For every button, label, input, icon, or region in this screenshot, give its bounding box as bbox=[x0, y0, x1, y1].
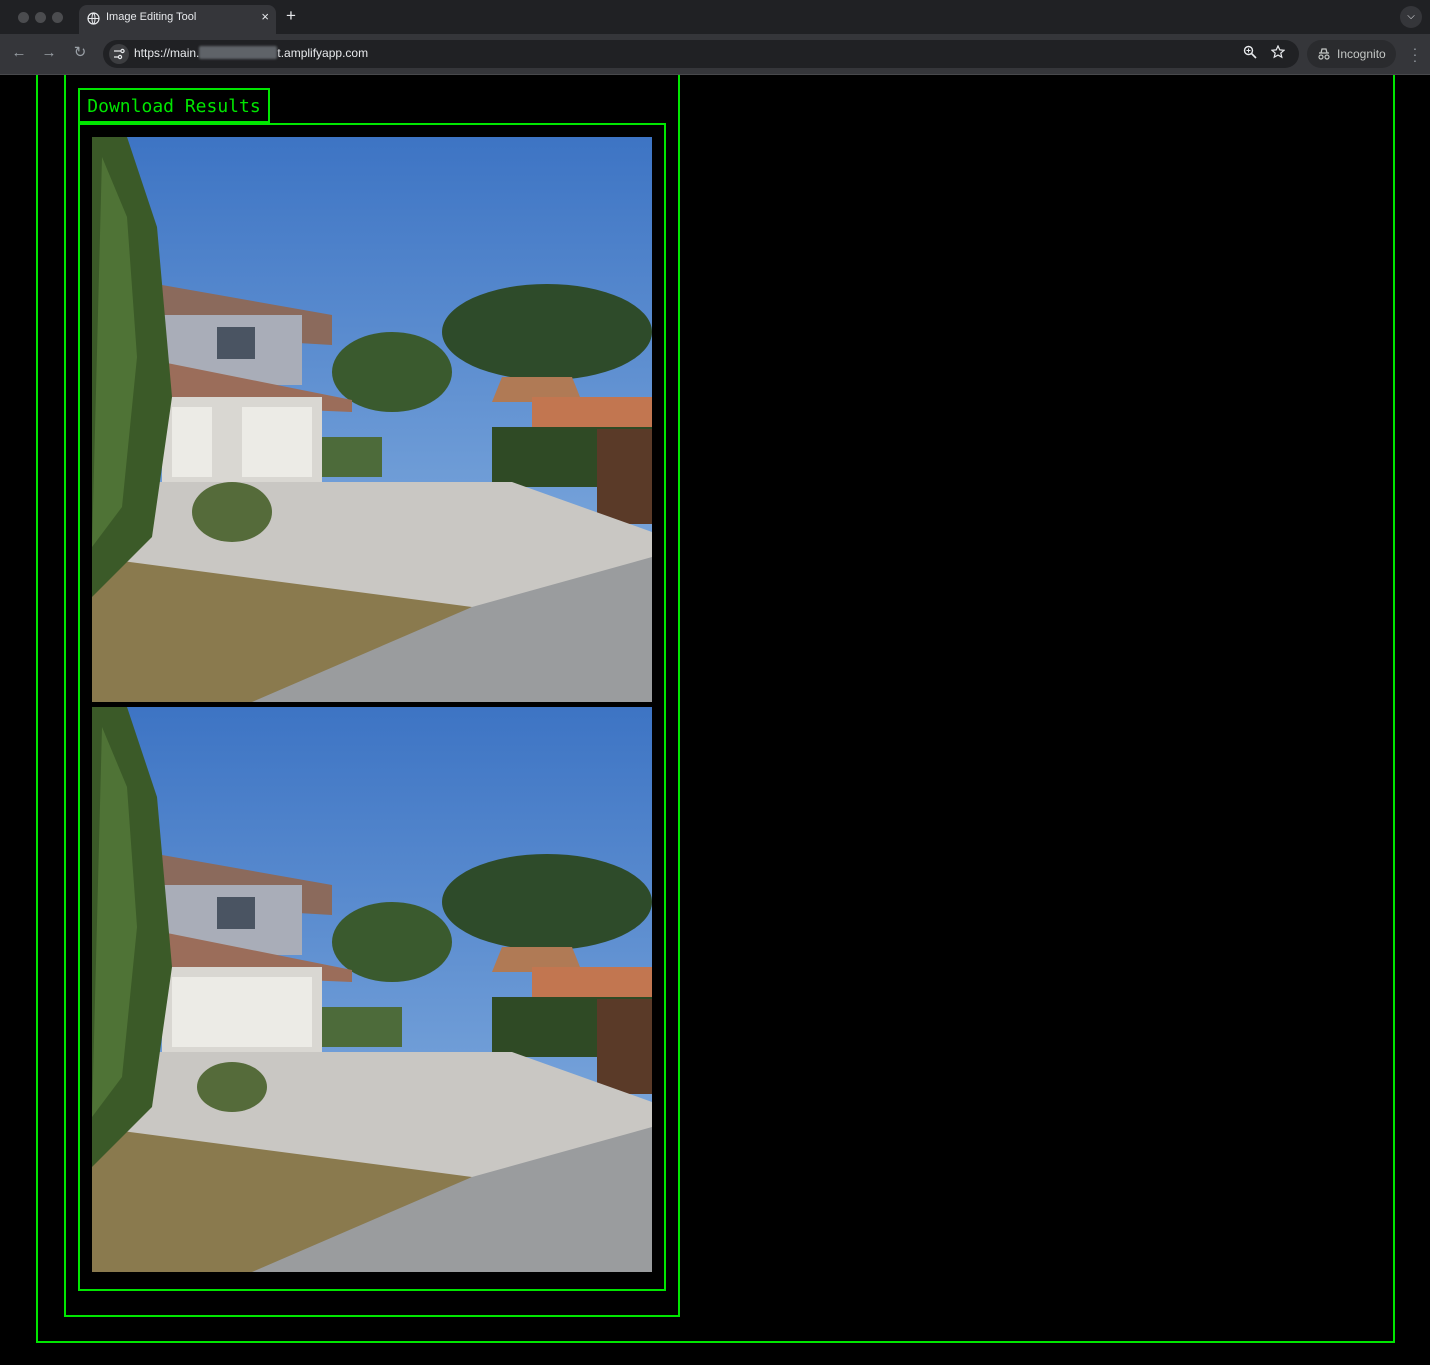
result-image-1 bbox=[92, 137, 652, 702]
download-results-button[interactable]: Download Results bbox=[78, 88, 270, 123]
reload-icon[interactable]: ↻ bbox=[70, 43, 90, 63]
incognito-icon bbox=[1317, 47, 1331, 66]
back-arrow-icon[interactable]: ← bbox=[9, 43, 29, 63]
close-icon[interactable]: × bbox=[261, 10, 269, 24]
browser-toolbar: ← → ↻ https://main. t.amplifyapp.com Inco… bbox=[0, 34, 1430, 75]
forward-arrow-icon[interactable]: → bbox=[39, 43, 59, 63]
more-menu-icon[interactable]: · · · bbox=[1409, 41, 1421, 67]
url-suffix: t.amplifyapp.com bbox=[277, 46, 369, 60]
url-prefix: https://main. bbox=[134, 46, 200, 60]
url-text: https://main. t.amplifyapp.com bbox=[134, 46, 368, 60]
window-close-dot[interactable] bbox=[18, 12, 29, 23]
tab-title: Image Editing Tool bbox=[106, 11, 197, 23]
bookmark-star-icon[interactable] bbox=[1270, 44, 1286, 62]
incognito-badge[interactable]: Incognito bbox=[1307, 40, 1396, 68]
zoom-icon[interactable] bbox=[1243, 45, 1257, 62]
result-image-2 bbox=[92, 707, 652, 1272]
window-minimize-dot[interactable] bbox=[35, 12, 46, 23]
browser-tab-bar: Image Editing Tool × + ⌵ bbox=[0, 0, 1430, 34]
address-bar[interactable]: https://main. t.amplifyapp.com bbox=[103, 40, 1299, 68]
site-settings-icon[interactable] bbox=[109, 44, 129, 64]
window-zoom-dot[interactable] bbox=[52, 12, 63, 23]
page-content: Download Results bbox=[0, 75, 1430, 1365]
browser-tab-active[interactable]: Image Editing Tool × bbox=[79, 5, 276, 34]
chevron-down-icon[interactable]: ⌵ bbox=[1400, 6, 1422, 28]
new-tab-button[interactable]: + bbox=[286, 7, 296, 25]
url-redacted bbox=[199, 46, 278, 59]
globe-icon bbox=[87, 12, 100, 30]
incognito-label: Incognito bbox=[1337, 47, 1386, 61]
